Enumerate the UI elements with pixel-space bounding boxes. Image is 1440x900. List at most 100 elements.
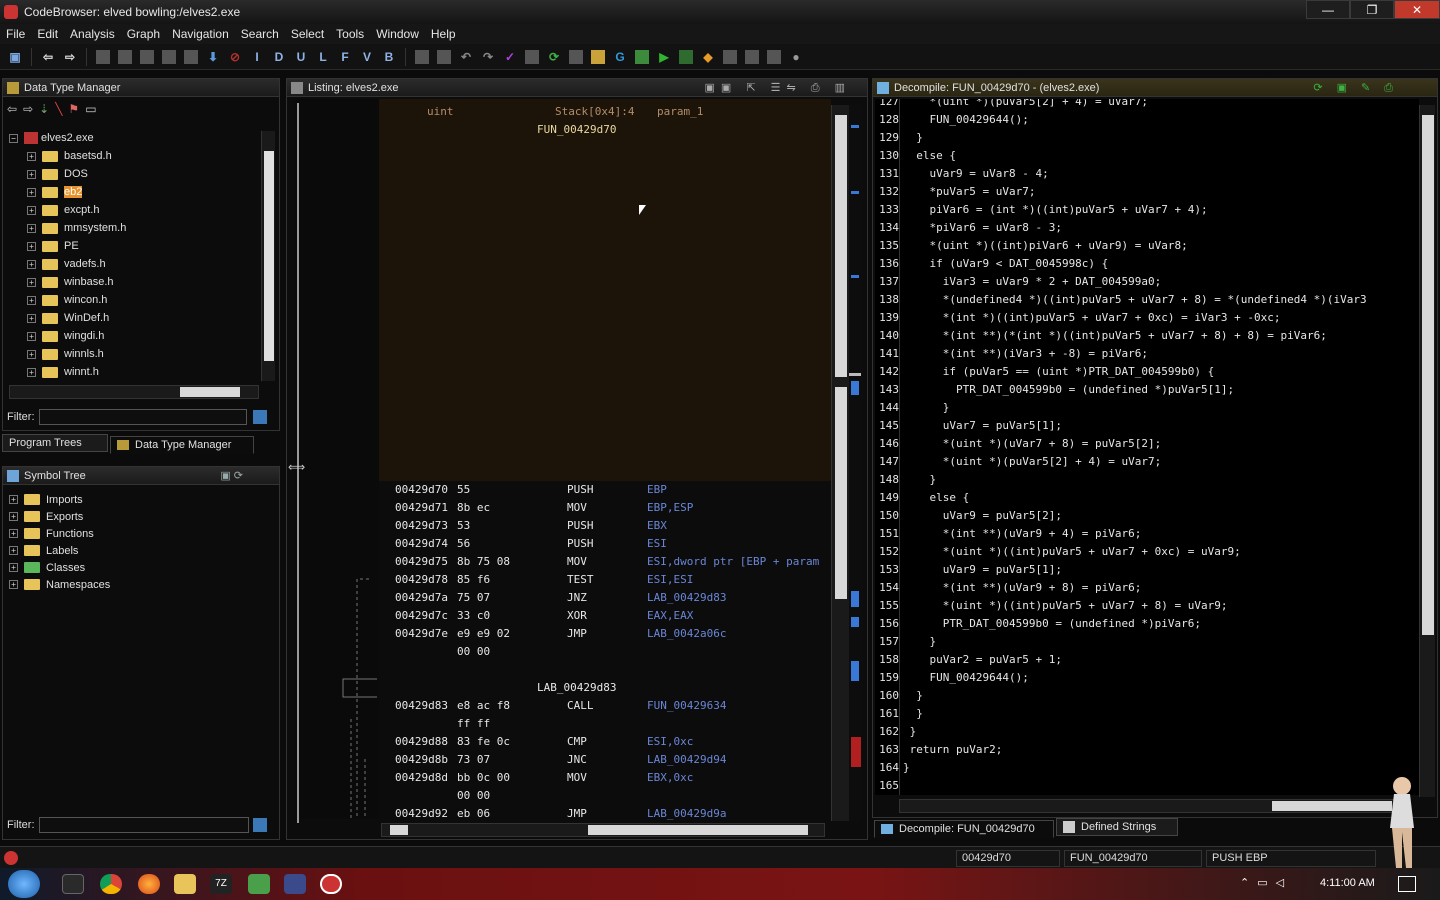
listing-bytes[interactable]: e8 ac f8: [457, 699, 510, 717]
listing-bytes[interactable]: 53: [457, 519, 470, 537]
dtm-tree-item[interactable]: + eb2: [9, 183, 259, 201]
tab-data-type-manager[interactable]: Data Type Manager: [110, 436, 254, 454]
file-explorer-icon[interactable]: [174, 874, 196, 894]
tree-root[interactable]: − elves2.exe: [9, 129, 259, 147]
listing-mnemonic[interactable]: JNC: [567, 753, 587, 771]
listing-operand[interactable]: LAB_00429d83: [647, 591, 726, 609]
start-button-icon[interactable]: [8, 870, 40, 898]
forward-arrow-icon[interactable]: ⇨: [61, 48, 79, 66]
listing-operand[interactable]: LAB_00429d9a: [647, 807, 726, 823]
listing-operand[interactable]: ESI,0xc: [647, 735, 693, 753]
listing-bytes[interactable]: 8b 75 08: [457, 555, 510, 573]
collapse-toggle-icon[interactable]: −: [9, 133, 18, 143]
decompile-code-line[interactable]: }: [903, 725, 917, 743]
expand-toggle-icon[interactable]: +: [27, 151, 36, 161]
check-icon[interactable]: ✓: [501, 48, 519, 66]
listing-address[interactable]: 00429d7a: [395, 591, 448, 609]
delete-icon[interactable]: ╲: [55, 102, 62, 116]
decompile-code-line[interactable]: else {: [903, 491, 969, 509]
decompile-code-line[interactable]: uVar7 = puVar5[1];: [903, 419, 1062, 437]
decompile-code-line[interactable]: *(int **)(*(int *)((int)puVar5 + uVar7 +…: [903, 329, 1327, 347]
decompile-code-line[interactable]: puVar2 = puVar5 + 1;: [903, 653, 1061, 671]
decompile-code-line[interactable]: }: [903, 473, 936, 491]
symbol-tree-item[interactable]: + Labels: [3, 542, 279, 559]
expand-toggle-icon[interactable]: +: [9, 580, 18, 589]
expand-toggle-icon[interactable]: +: [27, 169, 36, 179]
listing-bytes[interactable]: 83 fe 0c: [457, 735, 510, 753]
listing-bytes[interactable]: 55: [457, 483, 470, 501]
script-icon[interactable]: G: [611, 48, 629, 66]
redo-icon[interactable]: ↷: [479, 48, 497, 66]
dtm-tree-item[interactable]: + winnls.h: [9, 345, 259, 363]
listing-address[interactable]: 00429d88: [395, 735, 448, 753]
bookmark-icon[interactable]: [96, 49, 110, 64]
expand-toggle-icon[interactable]: +: [27, 259, 36, 269]
splitter-handle-icon[interactable]: ⟺: [288, 460, 305, 474]
decompile-code-line[interactable]: return puVar2;: [903, 743, 1003, 761]
listing-bytes[interactable]: 8b ec: [457, 501, 490, 519]
expand-toggle-icon[interactable]: +: [9, 546, 18, 555]
dtm-tree-item[interactable]: + WinDef.h: [9, 309, 259, 327]
expand-toggle-icon[interactable]: +: [27, 331, 36, 341]
listing-code-area[interactable]: uint Stack[0x4]:4 param_1 FUN_00429d70 0…: [379, 99, 831, 823]
decompile-code-line[interactable]: *(int **)(uVar9 + 8) = piVar6;: [903, 581, 1142, 599]
listing-bytes[interactable]: 73 07: [457, 753, 490, 771]
listing-operand[interactable]: LAB_00429d94: [647, 753, 726, 771]
expand-toggle-icon[interactable]: +: [27, 349, 36, 359]
symbol-tree-item[interactable]: + Namespaces: [3, 576, 279, 593]
listing-mnemonic[interactable]: PUSH: [567, 483, 594, 501]
tab-program-trees[interactable]: Program Trees: [2, 434, 108, 452]
menu-select[interactable]: Select: [285, 27, 330, 41]
collapse-icon[interactable]: ▭: [85, 102, 96, 116]
listing-address[interactable]: 00429d74: [395, 537, 448, 555]
decompile-code-line[interactable]: FUN_00429644();: [903, 113, 1028, 131]
decompile-code-line[interactable]: }: [903, 635, 936, 653]
decompile-code-area[interactable]: 127 *(uint *)(puVar5[2] + 4) = uVar7; 128…: [875, 99, 1419, 795]
decompile-code-line[interactable]: PTR_DAT_004599b0 = (undefined *)piVar6;: [903, 617, 1201, 635]
decompile-code-line[interactable]: PTR_DAT_004599b0 = (undefined *)puVar5[1…: [903, 383, 1234, 401]
symbol-tree-item[interactable]: + Imports: [3, 491, 279, 508]
decompile-code-line[interactable]: *piVar6 = uVar8 - 3;: [903, 221, 1061, 239]
save-icon[interactable]: ▣: [6, 48, 24, 66]
decompile-code-line[interactable]: uVar9 = uVar8 - 4;: [903, 167, 1048, 185]
listing-mnemonic[interactable]: TEST: [567, 573, 594, 591]
listing-address[interactable]: 00429d70: [395, 483, 448, 501]
listing-mnemonic[interactable]: XOR: [567, 609, 587, 627]
diamond-icon[interactable]: ◆: [699, 48, 717, 66]
listing-bytes[interactable]: 75 07: [457, 591, 490, 609]
decompile-code-line[interactable]: if (puVar5 == (uint *)PTR_DAT_004599b0) …: [903, 365, 1215, 383]
filter-icon[interactable]: ⚑: [68, 102, 79, 116]
decompile-code-line[interactable]: *(int **)(uVar9 + 4) = piVar6;: [903, 527, 1142, 545]
chrome-icon[interactable]: [100, 874, 122, 894]
run-icon[interactable]: ▶: [655, 48, 673, 66]
listing-bytes[interactable]: 00 00: [457, 645, 490, 663]
filter-options-icon[interactable]: [252, 410, 267, 424]
page-next-icon[interactable]: [140, 49, 154, 64]
menu-search[interactable]: Search: [235, 27, 285, 41]
page-prev-icon[interactable]: [162, 49, 176, 64]
decompile-toolbar-icons[interactable]: ⟳▣✎⎙: [1313, 81, 1407, 95]
decompile-code-line[interactable]: *(undefined4 *)((int)puVar5 + uVar7 + 8)…: [903, 293, 1367, 311]
dtm-tree-item[interactable]: + winnt.h: [9, 363, 259, 379]
tree-icon[interactable]: [767, 49, 781, 64]
decompile-code-line[interactable]: *(uint *)(uVar7 + 8) = puVar5[2];: [903, 437, 1162, 455]
tab-decompile[interactable]: Decompile: FUN_00429d70: [874, 820, 1054, 838]
symbol-tree-item[interactable]: + Functions: [3, 525, 279, 542]
listing-bytes[interactable]: ff ff: [457, 717, 490, 735]
menu-help[interactable]: Help: [425, 27, 462, 41]
listing-mnemonic[interactable]: MOV: [567, 555, 587, 573]
back-arrow-icon[interactable]: ⇦: [39, 48, 57, 66]
listing-address[interactable]: 00429d7c: [395, 609, 448, 627]
decompile-code-line[interactable]: *(int *)((int)puVar5 + uVar7 + 0xc) = iV…: [903, 311, 1281, 329]
listing-operand[interactable]: LAB_0042a06c: [647, 627, 726, 645]
menu-window[interactable]: Window: [370, 27, 425, 41]
close-button[interactable]: ✕: [1394, 0, 1440, 19]
dtm-tree-item[interactable]: + wincon.h: [9, 291, 259, 309]
decompile-code-line[interactable]: FUN_00429644();: [903, 671, 1028, 689]
dtm-horizontal-scrollbar[interactable]: [9, 385, 259, 399]
listing-bytes[interactable]: e9 e9 02: [457, 627, 510, 645]
decompile-code-line[interactable]: *(int **)(iVar3 + -8) = piVar6;: [903, 347, 1148, 365]
dtm-tree-item[interactable]: + PE: [9, 237, 259, 255]
expand-toggle-icon[interactable]: +: [27, 295, 36, 305]
app-icon[interactable]: [284, 874, 306, 894]
